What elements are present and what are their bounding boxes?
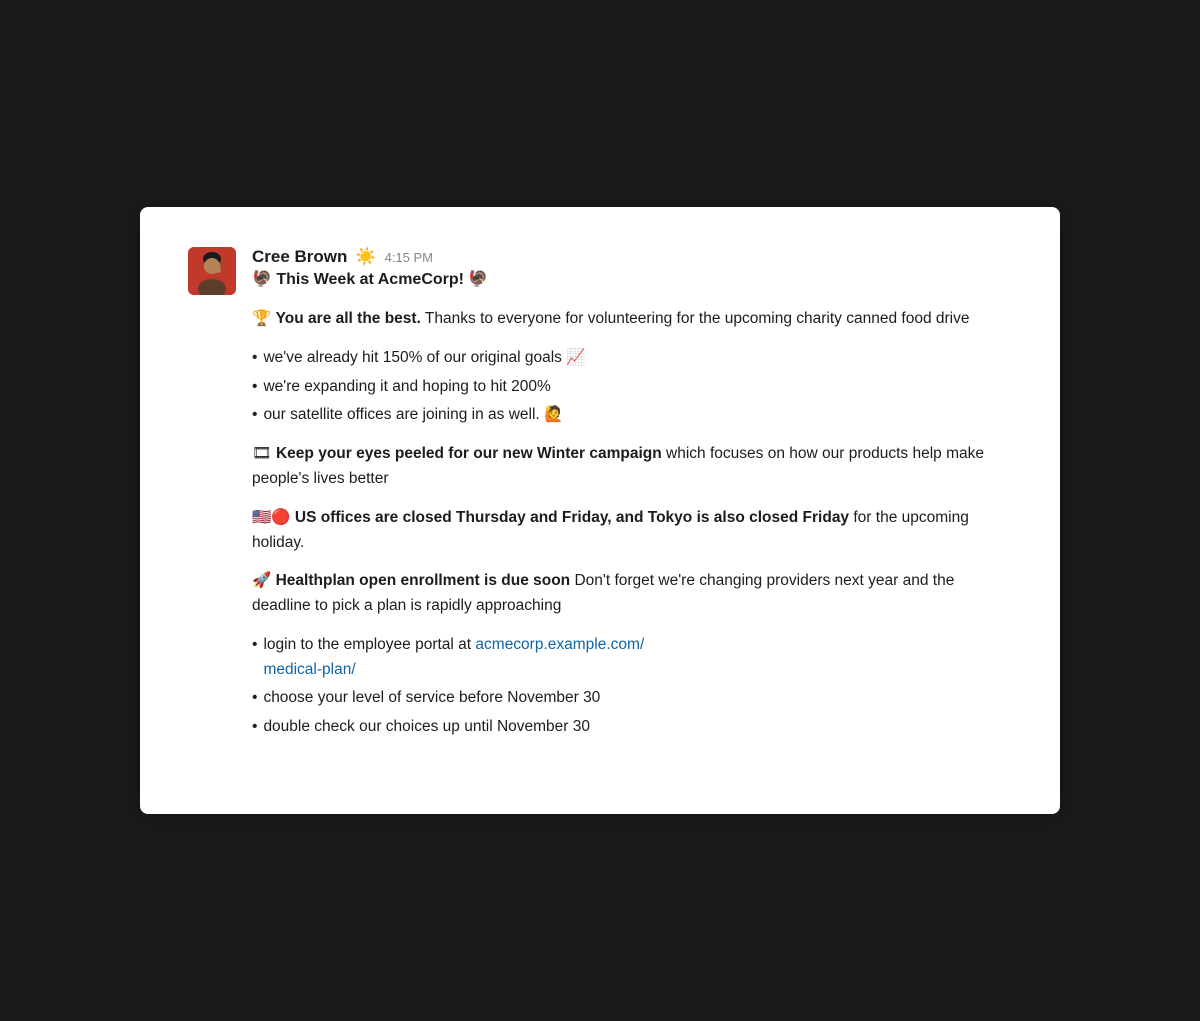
list-item: • double check our choices up until Nove… bbox=[252, 715, 1012, 740]
portal-link[interactable]: acmecorp.example.com/medical-plan/ bbox=[263, 636, 644, 678]
message-body: 🏆 You are all the best. Thanks to everyo… bbox=[252, 307, 1012, 740]
message-header: Cree Brown ☀️ 4:15 PM 🦃 This Week at Acm… bbox=[188, 247, 1012, 295]
channel-header: 🦃 This Week at AcmeCorp! 🦃 bbox=[252, 269, 488, 289]
username: Cree Brown bbox=[252, 247, 347, 267]
health-paragraph: 🚀 Healthplan open enrollment is due soon… bbox=[252, 569, 1012, 619]
bullet-text: we're expanding it and hoping to hit 200… bbox=[263, 375, 550, 400]
winter-bold: Keep your eyes peeled for our new Winter… bbox=[276, 445, 662, 462]
health-bold: Healthplan open enrollment is due soon bbox=[276, 572, 571, 589]
bullet-text: login to the employee portal at acmecorp… bbox=[263, 633, 644, 683]
charity-bold: You are all the best. bbox=[276, 310, 421, 327]
timestamp: 4:15 PM bbox=[385, 250, 433, 265]
header-top: Cree Brown ☀️ 4:15 PM bbox=[252, 247, 488, 267]
list-item: • we're expanding it and hoping to hit 2… bbox=[252, 375, 1012, 400]
charity-paragraph: 🏆 You are all the best. Thanks to everyo… bbox=[252, 307, 1012, 332]
avatar bbox=[188, 247, 236, 295]
bullet-text: choose your level of service before Nove… bbox=[263, 686, 600, 711]
bullet-text: our satellite offices are joining in as … bbox=[263, 403, 563, 428]
list-item: • login to the employee portal at acmeco… bbox=[252, 633, 1012, 683]
header-meta: Cree Brown ☀️ 4:15 PM 🦃 This Week at Acm… bbox=[252, 247, 488, 289]
bullet-text: we've already hit 150% of our original g… bbox=[263, 346, 585, 371]
offices-paragraph: 🇺🇸🔴 US offices are closed Thursday and F… bbox=[252, 506, 1012, 556]
list-item: • our satellite offices are joining in a… bbox=[252, 403, 1012, 428]
health-bullets: • login to the employee portal at acmeco… bbox=[252, 633, 1012, 740]
list-item: • choose your level of service before No… bbox=[252, 686, 1012, 711]
winter-paragraph: 🎞 Keep your eyes peeled for our new Wint… bbox=[252, 442, 1012, 492]
charity-bullets: • we've already hit 150% of our original… bbox=[252, 346, 1012, 428]
message-card: Cree Brown ☀️ 4:15 PM 🦃 This Week at Acm… bbox=[140, 207, 1060, 814]
list-item: • we've already hit 150% of our original… bbox=[252, 346, 1012, 371]
status-emoji: ☀️ bbox=[355, 247, 376, 267]
bullet-text: double check our choices up until Novemb… bbox=[263, 715, 590, 740]
offices-bold: US offices are closed Thursday and Frida… bbox=[295, 509, 849, 526]
